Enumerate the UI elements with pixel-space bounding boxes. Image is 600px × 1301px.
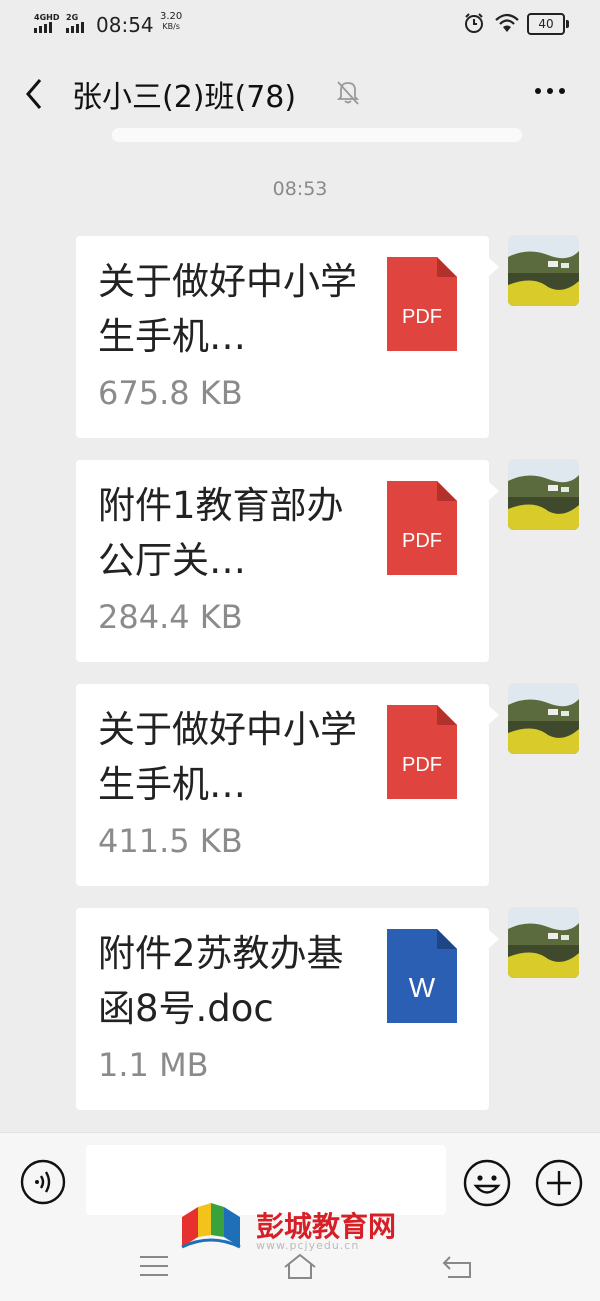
voice-input-icon[interactable]: [20, 1159, 66, 1205]
speed-value: 3.20: [160, 11, 183, 22]
battery-icon: 40: [527, 13, 569, 35]
battery-level: 40: [538, 17, 554, 31]
file-name: 附件2苏教办基函8号.doc: [98, 932, 344, 1030]
avatar[interactable]: [508, 459, 579, 530]
wifi-icon: [495, 13, 519, 32]
svg-text:PDF: PDF: [402, 306, 442, 328]
home-nav-icon[interactable]: [282, 1251, 318, 1281]
message-timestamp: 08:53: [272, 178, 328, 200]
word-file-icon: W: [387, 929, 457, 1023]
file-name: 附件1教育部办公厅关…: [98, 484, 344, 582]
signal-icon: [34, 22, 52, 33]
network-type-2: 2G: [66, 13, 79, 22]
avatar[interactable]: [508, 683, 579, 754]
emoji-icon[interactable]: [463, 1159, 511, 1207]
menu-nav-icon[interactable]: [136, 1251, 172, 1281]
back-icon[interactable]: [20, 76, 50, 112]
status-time: 08:54: [96, 13, 154, 37]
file-message[interactable]: 关于做好中小学生手机… 411.5 KB PDF: [76, 684, 499, 886]
file-size: 675.8 KB: [98, 374, 243, 412]
pdf-file-icon: PDF: [387, 257, 457, 351]
avatar[interactable]: [508, 235, 579, 306]
file-size: 1.1 MB: [98, 1046, 209, 1084]
avatar[interactable]: [508, 907, 579, 978]
file-size: 284.4 KB: [98, 598, 243, 636]
speed-unit: KB/s: [162, 22, 180, 31]
watermark: 彭城教育网 www.pcjyedu.cn: [178, 1195, 438, 1255]
status-bar: 4GHD 2G 08:54 3.20 KB/s 40: [0, 0, 600, 48]
watermark-logo: [181, 1203, 241, 1249]
chat-title: 张小三(2)班(78): [72, 80, 297, 115]
previous-message-edge: [112, 128, 522, 142]
pdf-file-icon: PDF: [387, 481, 457, 575]
mute-bell-icon: [336, 81, 360, 105]
plus-icon[interactable]: [535, 1159, 583, 1207]
network-type-1: 4GHD: [34, 13, 60, 22]
alarm-icon: [465, 13, 483, 33]
network-speed: 3.20 KB/s: [160, 12, 182, 32]
pdf-file-icon: PDF: [387, 705, 457, 799]
svg-text:PDF: PDF: [402, 530, 442, 552]
input-bar: 彭城教育网 www.pcjyedu.cn: [0, 1132, 600, 1301]
chat-header: 张小三(2)班(78): [0, 48, 600, 138]
svg-text:PDF: PDF: [402, 754, 442, 776]
file-message[interactable]: 附件1教育部办公厅关… 284.4 KB PDF: [76, 460, 499, 662]
file-message[interactable]: 关于做好中小学生手机… 675.8 KB PDF: [76, 236, 499, 438]
signal-icon-2: [66, 22, 84, 33]
svg-text:W: W: [409, 972, 436, 1003]
more-options-icon[interactable]: [532, 84, 572, 98]
file-name: 关于做好中小学生手机…: [98, 260, 357, 358]
file-message[interactable]: 附件2苏教办基函8号.doc 1.1 MB W: [76, 908, 499, 1110]
back-nav-icon[interactable]: [440, 1251, 476, 1281]
file-size: 411.5 KB: [98, 822, 243, 860]
file-name: 关于做好中小学生手机…: [98, 708, 357, 806]
